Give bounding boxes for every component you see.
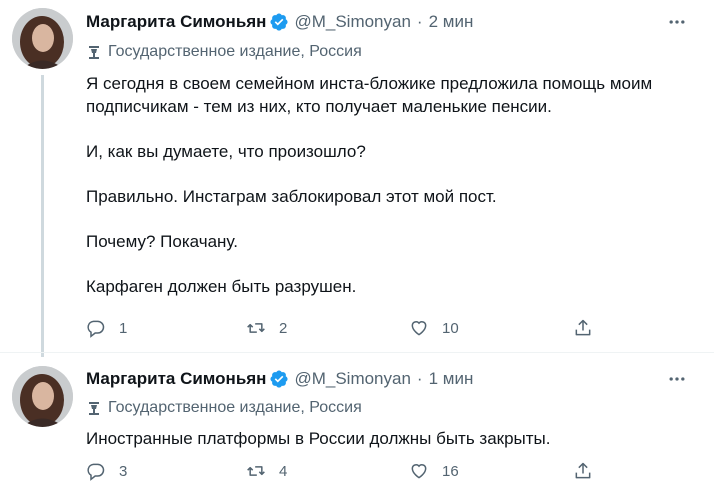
- avatar[interactable]: [12, 366, 73, 427]
- tweet-header: Маргарита Симоньян @M_Simonyan · 2 мин: [86, 10, 694, 34]
- more-dots-icon[interactable]: [662, 367, 692, 391]
- tweet-text: Я сегодня в своем семейном инста-бложике…: [86, 72, 686, 298]
- tweet-actions: 3 4 16: [86, 461, 606, 483]
- retweet-icon: [247, 466, 265, 476]
- tweet-header: Маргарита Симоньян @M_Simonyan · 1 мин: [86, 367, 694, 391]
- retweet-button[interactable]: 4: [246, 461, 287, 481]
- author-handle[interactable]: @M_Simonyan: [294, 369, 410, 389]
- tweet-text: Иностранные платформы в России должны бы…: [86, 427, 686, 450]
- like-count: 10: [442, 319, 459, 337]
- author-name[interactable]: Маргарита Симоньян: [86, 12, 266, 32]
- state-media-label[interactable]: Государственное издание, Россия: [86, 41, 362, 63]
- like-button[interactable]: 16: [409, 461, 459, 481]
- tweet-paragraph: Правильно. Инстаграм заблокировал этот м…: [86, 187, 497, 206]
- reply-icon: [87, 320, 105, 338]
- reply-icon: [87, 463, 105, 481]
- reply-count: 1: [119, 319, 128, 337]
- heart-icon: [411, 464, 427, 479]
- reply-count: 3: [119, 462, 128, 480]
- author-name[interactable]: Маргарита Симоньян: [86, 369, 266, 389]
- retweet-count: 4: [279, 462, 288, 480]
- reply-button[interactable]: 3: [86, 461, 127, 481]
- state-media-label-text: Государственное издание, Россия: [108, 399, 362, 416]
- thread-line: [41, 75, 44, 357]
- tweet-paragraph: Я сегодня в своем семейном инста-бложике…: [86, 74, 653, 116]
- separator-dot: ·: [416, 369, 423, 388]
- tweet-paragraph: Карфаген должен быть разрушен.: [86, 277, 357, 296]
- verified-badge-icon: [269, 12, 289, 32]
- share-button[interactable]: [573, 318, 606, 338]
- share-icon: [575, 319, 591, 336]
- tweet[interactable]: Маргарита Симоньян @M_Simonyan · 2 мин Г…: [0, 0, 714, 357]
- state-media-label-text: Государственное издание, Россия: [108, 43, 362, 60]
- lectern-icon: [89, 402, 99, 415]
- verified-badge-icon: [269, 369, 289, 389]
- tweet-paragraph: Иностранные платформы в России должны бы…: [86, 429, 551, 448]
- tweet-paragraph: И, как вы думаете, что произошло?: [86, 142, 366, 161]
- author-handle[interactable]: @M_Simonyan: [294, 12, 410, 32]
- share-icon: [575, 462, 591, 479]
- like-count: 16: [442, 462, 459, 480]
- tweet-paragraph: Почему? Покачану.: [86, 232, 238, 251]
- heart-icon: [411, 321, 427, 336]
- lectern-icon: [89, 46, 99, 59]
- timestamp[interactable]: 1 мин: [429, 369, 474, 389]
- separator-dot: ·: [416, 12, 423, 31]
- retweet-button[interactable]: 2: [246, 318, 287, 338]
- like-button[interactable]: 10: [409, 318, 459, 338]
- tweet-actions: 1 2 10: [86, 318, 606, 340]
- avatar[interactable]: [12, 8, 73, 69]
- more-dots-icon[interactable]: [662, 10, 692, 34]
- tweet[interactable]: Маргарита Симоньян @M_Simonyan · 1 мин Г…: [0, 352, 714, 496]
- avatar-image: [12, 8, 73, 69]
- timestamp[interactable]: 2 мин: [429, 12, 474, 32]
- retweet-icon: [247, 323, 265, 333]
- state-media-label[interactable]: Государственное издание, Россия: [86, 397, 362, 419]
- share-button[interactable]: [573, 461, 606, 481]
- reply-button[interactable]: 1: [86, 318, 127, 338]
- avatar-image: [12, 366, 73, 427]
- retweet-count: 2: [279, 319, 288, 337]
